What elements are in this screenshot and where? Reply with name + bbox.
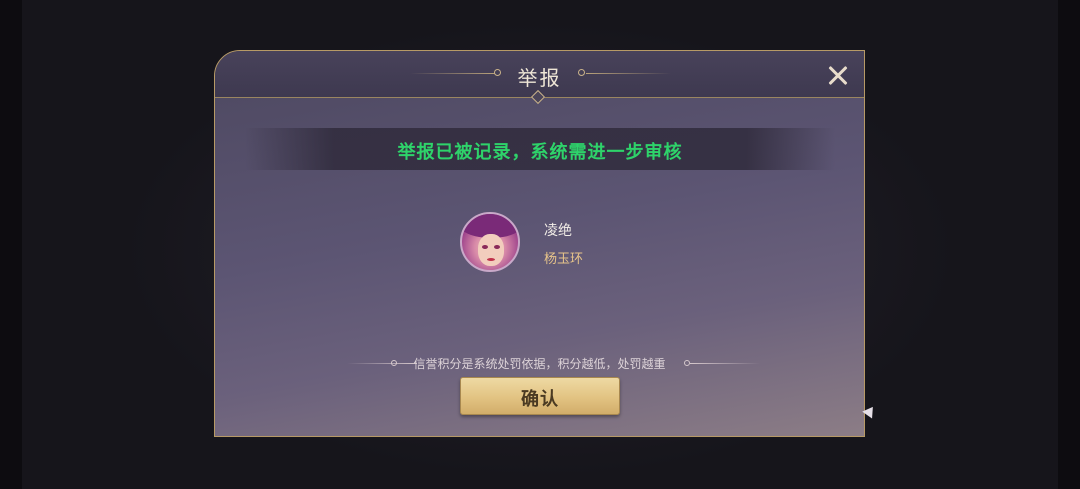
confirm-button-label: 确认 bbox=[521, 389, 559, 410]
close-icon[interactable] bbox=[823, 61, 853, 91]
hero-avatar bbox=[460, 212, 520, 272]
title-ornament-dot-right bbox=[578, 69, 585, 76]
notice-ornament-right bbox=[690, 363, 760, 364]
dialog-title: 举报 bbox=[517, 66, 562, 90]
avatar-eye-right bbox=[494, 245, 500, 249]
screen-edge-left bbox=[0, 0, 22, 489]
avatar-face bbox=[478, 234, 504, 266]
confirm-button[interactable]: 确认 bbox=[460, 377, 620, 415]
title-ornament-right bbox=[586, 73, 671, 74]
avatar-eye-left bbox=[482, 245, 488, 249]
avatar-mouth bbox=[487, 258, 495, 261]
reported-hero-name: 杨玉环 bbox=[544, 252, 584, 267]
status-message: 举报已被记录，系统需进一步审核 bbox=[397, 142, 683, 163]
reported-player-name: 凌绝 bbox=[544, 223, 572, 239]
status-banner: 举报已被记录，系统需进一步审核 bbox=[245, 128, 835, 170]
credit-notice: 信誉积分是系统处罚依据，积分越低，处罚越重 bbox=[413, 357, 666, 371]
screen-edge-right bbox=[1058, 0, 1080, 489]
report-dialog: 举报 举报已被记录，系统需进一步审核 凌绝 杨玉环 信誉积分是系统处罚依据，积分… bbox=[214, 50, 865, 437]
